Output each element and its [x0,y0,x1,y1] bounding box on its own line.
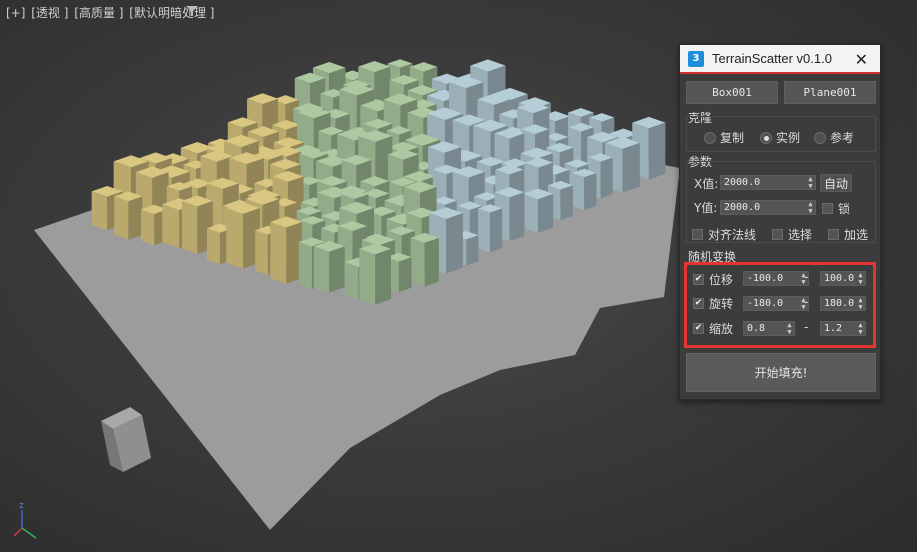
offset-min-text: -100.0 [747,273,784,284]
scatter-box [270,216,303,284]
select-label: 选择 [788,228,813,242]
spinner-arrows-icon[interactable]: ▲ ▼ [807,176,814,190]
checkbox-box [692,229,703,240]
y-value-label: Y值: [694,201,718,215]
add-select-label: 加选 [844,228,869,242]
scatter-box [410,232,439,287]
x-value-label: X值: [694,177,719,191]
checkmark-icon: ✔ [693,274,704,285]
radio-label: 实例 [776,131,801,145]
viewport-view-type[interactable]: [透视 ] [31,6,68,20]
viewport-menu-plus[interactable]: [+] [6,6,25,20]
rotate-max-text: 180.0 [824,298,855,309]
clone-instance-radio[interactable]: 实例 [760,129,800,146]
scatter-box [522,188,554,233]
scale-label: 缩放 [709,322,734,336]
scale-checkbox[interactable]: ✔ 缩放 [693,320,733,337]
spinner-arrows-icon[interactable]: ▲ ▼ [857,272,864,286]
rotate-checkbox[interactable]: ✔ 旋转 [693,295,733,312]
checkbox-box [822,203,833,214]
offset-label: 位移 [709,273,734,287]
rotate-min-spinner[interactable]: -180.0 ▲ ▼ [743,296,809,311]
offset-max-text: 100.0 [824,273,855,284]
box-source-button[interactable]: Box001 [686,81,778,104]
svg-text:Z: Z [19,502,24,510]
select-checkbox[interactable]: 选择 [772,226,812,243]
spinner-arrows-icon[interactable]: ▲ ▼ [857,322,864,336]
align-normal-label: 对齐法线 [708,228,757,242]
scatter-box [226,202,260,269]
panel-title: TerrainScatter v0.1.0 [712,51,832,66]
gray-box [101,407,151,472]
align-normal-checkbox[interactable]: 对齐法线 [692,226,756,243]
scale-min-spinner[interactable]: 0.8 ▲ ▼ [743,321,795,336]
scatter-box [114,191,143,240]
viewport-label[interactable]: [+] [透视 ] [高质量 ] [默认明暗处理 ] [6,4,216,21]
rotate-max-spinner[interactable]: 180.0 ▲ ▼ [820,296,866,311]
lock-checkbox[interactable]: 锁 [822,200,850,217]
radio-indicator [814,131,826,144]
spinner-arrows-icon[interactable]: ▲ ▼ [857,297,864,311]
scatter-box [359,243,391,305]
range-separator: - [804,295,809,309]
rotate-label: 旋转 [709,297,734,311]
checkmark-icon: ✔ [693,298,704,309]
random-group-label: 随机变换 [688,250,737,264]
x-value-spinner[interactable]: 2000.0 ▲ ▼ [720,175,816,190]
clone-copy-radio[interactable]: 复制 [704,129,744,146]
scatter-box [313,240,345,293]
viewport-quality[interactable]: [高质量 ] [74,6,123,20]
axis-gizmo-icon: Z [13,502,37,539]
start-fill-button[interactable]: 开始填充! [686,353,876,392]
offset-min-spinner[interactable]: -100.0 ▲ ▼ [743,271,809,286]
spinner-arrows-icon[interactable]: ▲ ▼ [807,201,814,215]
terrain-scatter-panel: 3 TerrainScatter v0.1.0 ✕ Box001 Plane00… [679,44,881,400]
spinner-arrows-icon[interactable]: ▲ ▼ [786,322,793,336]
plane-source-button[interactable]: Plane001 [784,81,876,104]
viewport-shading[interactable]: [默认明暗处理 ] [129,6,214,20]
y-value-text: 2000.0 [724,202,761,213]
scale-max-text: 1.2 [824,323,843,334]
radio-indicator [704,131,716,144]
scatter-box [571,168,597,211]
3ds-max-icon: 3 [688,50,704,67]
range-separator: - [804,320,809,334]
radio-indicator [760,131,772,144]
auto-button[interactable]: 自动 [820,174,852,192]
offset-max-spinner[interactable]: 100.0 ▲ ▼ [820,271,866,286]
funnel-icon[interactable] [186,5,198,17]
scale-max-spinner[interactable]: 1.2 ▲ ▼ [820,321,866,336]
radio-label: 参考 [830,131,855,145]
checkbox-box [828,229,839,240]
panel-titlebar[interactable]: 3 TerrainScatter v0.1.0 ✕ [680,45,880,74]
lock-label: 锁 [838,202,851,216]
scatter-box [477,204,503,253]
y-value-spinner[interactable]: 2000.0 ▲ ▼ [720,200,816,215]
checkmark-icon: ✔ [693,323,704,334]
range-separator: - [804,270,809,284]
close-icon[interactable]: ✕ [855,50,868,69]
checkbox-box [772,229,783,240]
offset-checkbox[interactable]: ✔ 位移 [693,271,733,288]
add-select-checkbox[interactable]: 加选 [828,226,868,243]
x-value-text: 2000.0 [724,177,761,188]
clone-reference-radio[interactable]: 参考 [814,129,854,146]
scale-min-text: 0.8 [747,323,766,334]
rotate-min-text: -180.0 [747,298,784,309]
radio-label: 复制 [720,131,745,145]
